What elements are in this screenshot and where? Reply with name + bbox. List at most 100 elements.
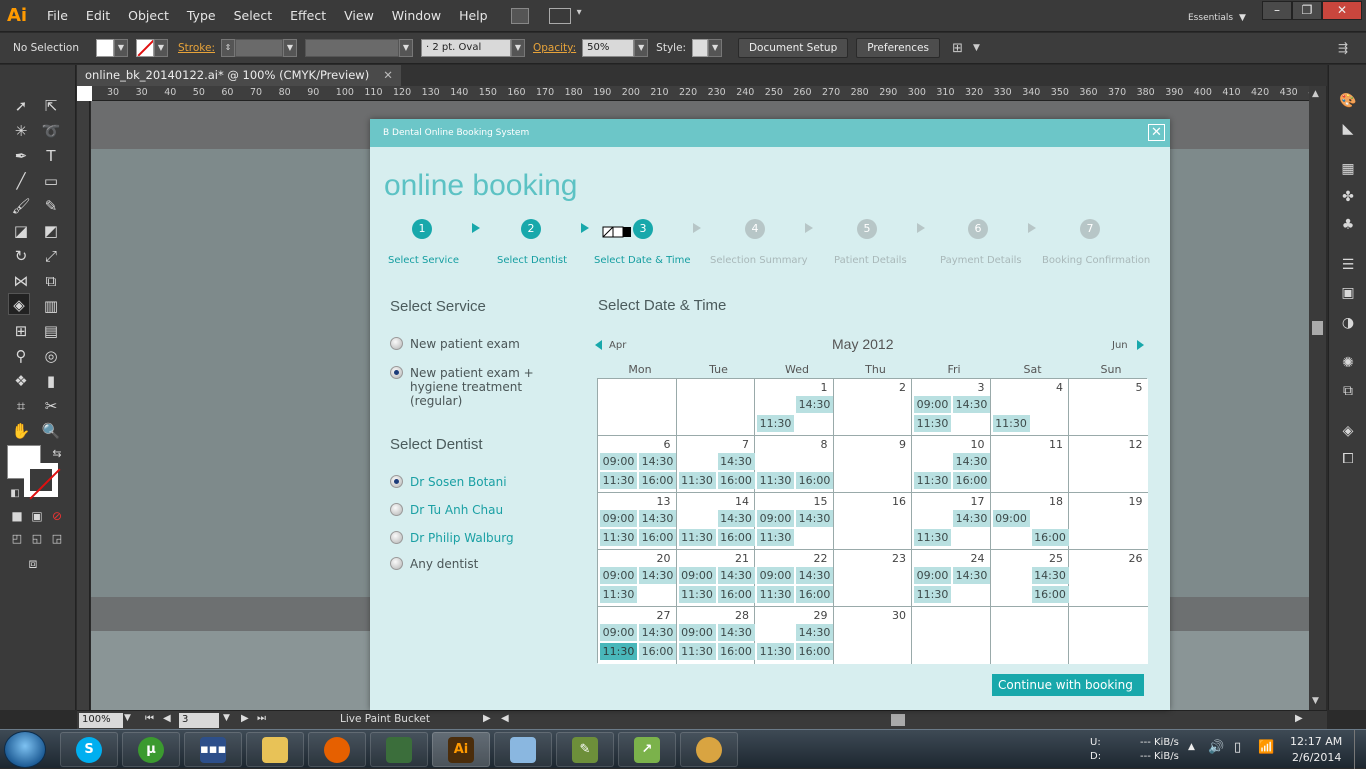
time-slot[interactable]: 11:30: [600, 529, 637, 546]
screen-mode-icon[interactable]: ⧈: [22, 553, 44, 575]
time-slot[interactable]: 09:00: [914, 567, 951, 584]
calendar-day-cell[interactable]: 24 09:00 14:30 11:30: [912, 550, 991, 607]
status-menu-icon[interactable]: ▶: [483, 713, 491, 724]
bridge-icon[interactable]: [510, 7, 529, 24]
time-slot[interactable]: 11:30: [678, 529, 716, 546]
time-slot[interactable]: 11:30: [757, 586, 794, 603]
time-slot[interactable]: 09:00: [992, 510, 1030, 527]
calendar-day-cell[interactable]: 11: [990, 436, 1069, 493]
scroll-up-icon[interactable]: ▲: [1312, 89, 1319, 99]
skype-taskbar-button[interactable]: S: [60, 732, 118, 767]
step-7-badge[interactable]: 7: [1080, 219, 1100, 239]
dentist-option-label[interactable]: Dr Sosen Botani: [410, 475, 507, 489]
first-artboard-icon[interactable]: ⏮: [145, 713, 154, 724]
calendar-day-cell[interactable]: 30: [833, 607, 912, 664]
dialog-close-icon[interactable]: ✕: [1148, 124, 1165, 141]
calendar-day-cell[interactable]: 14 14:30 11:30 16:00: [676, 493, 755, 550]
variable-width-field[interactable]: [305, 39, 399, 57]
time-slot[interactable]: 11:30: [678, 586, 716, 603]
artboard-tool-icon[interactable]: ⌗: [10, 395, 32, 417]
time-slot[interactable]: 14:30: [953, 453, 990, 470]
time-slot[interactable]: 11:30: [914, 586, 951, 603]
step-4-label[interactable]: Selection Summary: [710, 255, 808, 266]
stroke-weight-field[interactable]: [235, 39, 283, 57]
chart-app-taskbar-button[interactable]: ↗: [618, 732, 676, 767]
hand-tool-icon[interactable]: ✋: [10, 420, 32, 442]
panel-menu-icon[interactable]: ⇶: [1338, 41, 1348, 55]
time-slot[interactable]: 09:00: [600, 510, 637, 527]
time-slot[interactable]: 11:30: [678, 472, 716, 489]
calendar-day-cell[interactable]: 19: [1069, 493, 1148, 550]
time-slot[interactable]: 14:30: [796, 567, 833, 584]
dentist-option-label[interactable]: Dr Tu Anh Chau: [410, 503, 503, 517]
rectangle-tool-icon[interactable]: ▭: [40, 170, 62, 192]
time-slot[interactable]: 14:30: [639, 453, 676, 470]
time-slot[interactable]: 14:30: [639, 624, 676, 641]
time-slot[interactable]: 14:30: [953, 567, 990, 584]
network-icon[interactable]: 📶: [1258, 740, 1274, 755]
step-5-badge[interactable]: 5: [857, 219, 877, 239]
time-slot[interactable]: 11:30: [757, 643, 794, 660]
time-slot[interactable]: 16:00: [953, 472, 990, 489]
pen-app-taskbar-button[interactable]: ✎: [556, 732, 614, 767]
menu-object[interactable]: Object: [119, 0, 178, 32]
step-4-badge[interactable]: 4: [745, 219, 765, 239]
time-slot[interactable]: 14:30: [717, 510, 755, 527]
type-tool-icon[interactable]: T: [40, 145, 62, 167]
symbols-panel-icon[interactable]: ♣: [1339, 217, 1357, 233]
time-slot[interactable]: 11:30: [914, 415, 951, 432]
time-slot[interactable]: 09:00: [600, 567, 637, 584]
horizontal-ruler[interactable]: 30 30 40 50 60 70 80 90 100 110 120 130 140 150 160 170…: [77, 86, 1309, 101]
calendar-day-cell[interactable]: 5: [1069, 379, 1148, 436]
menu-effect[interactable]: Effect: [281, 0, 335, 32]
battery-icon[interactable]: ▯: [1234, 740, 1241, 755]
dentist-radio[interactable]: [390, 531, 403, 544]
none-mode-icon[interactable]: ⊘: [46, 505, 68, 527]
time-slot[interactable]: 11:30: [600, 586, 637, 603]
calendar-day-cell[interactable]: 12: [1069, 436, 1148, 493]
time-slot[interactable]: 14:30: [796, 396, 833, 413]
previous-artboard-icon[interactable]: ◀: [163, 713, 171, 724]
time-slot[interactable]: 14:30: [639, 510, 676, 527]
scroll-left-icon[interactable]: ◀: [501, 713, 509, 724]
time-slot[interactable]: 09:00: [600, 624, 637, 641]
artboard-dropdown-icon[interactable]: ▼: [223, 713, 230, 723]
color-mode-icon[interactable]: ■: [6, 505, 28, 527]
calendar-day-cell[interactable]: 8 11:30 16:00: [755, 436, 834, 493]
document-tab[interactable]: online_bk_20140122.ai* @ 100% (CMYK/Prev…: [77, 65, 401, 86]
time-slot[interactable]: 16:00: [639, 472, 676, 489]
calendar-day-cell[interactable]: 28 09:00 14:30 11:30 16:00: [676, 607, 755, 664]
illustrator-taskbar-button[interactable]: Ai: [432, 732, 490, 767]
time-slot[interactable]: 16:00: [717, 472, 755, 489]
menu-window[interactable]: Window: [383, 0, 450, 32]
gradient-panel-icon[interactable]: ▣: [1339, 285, 1357, 301]
messenger-taskbar-button[interactable]: ▪▪▪: [184, 732, 242, 767]
zoom-field[interactable]: 100%: [79, 713, 123, 728]
service-radio[interactable]: [390, 366, 403, 379]
stroke-dropdown[interactable]: ▼: [154, 39, 168, 57]
calendar-day-cell[interactable]: 15 09:00 14:30 11:30: [755, 493, 834, 550]
firefox-taskbar-button[interactable]: [308, 732, 366, 767]
clock-date[interactable]: 2/6/2014: [1292, 751, 1341, 764]
workspace-switcher[interactable]: Essentials ▼: [1182, 0, 1246, 34]
time-slot[interactable]: 14:30: [953, 510, 990, 527]
blend-tool-icon[interactable]: ◎: [40, 345, 62, 367]
time-slot[interactable]: 09:00: [757, 567, 794, 584]
volume-icon[interactable]: 🔊: [1208, 740, 1224, 755]
calendar-day-cell[interactable]: 7 14:30 11:30 16:00: [676, 436, 755, 493]
calendar-day-cell[interactable]: 25 14:30 16:00: [990, 550, 1069, 607]
step-2-label[interactable]: Select Dentist: [497, 255, 567, 266]
time-slot[interactable]: 11:30: [757, 529, 794, 546]
step-3-badge[interactable]: 3: [633, 219, 653, 239]
maximize-button[interactable]: ❐: [1292, 1, 1322, 20]
swatches-panel-icon[interactable]: ▦: [1339, 161, 1357, 177]
symbol-sprayer-tool-icon[interactable]: ❖: [10, 370, 32, 392]
paintbrush-tool-icon[interactable]: 🖌: [10, 195, 32, 217]
scroll-down-icon[interactable]: ▼: [1312, 696, 1319, 706]
calendar-day-cell[interactable]: 13 09:00 14:30 11:30 16:00: [598, 493, 677, 550]
direct-selection-tool-icon[interactable]: ⇱: [40, 95, 62, 117]
time-slot[interactable]: 09:00: [678, 624, 716, 641]
time-slot[interactable]: 09:00: [914, 396, 951, 413]
zoom-dropdown-icon[interactable]: ▼: [124, 713, 131, 723]
time-slot[interactable]: 14:30: [796, 624, 833, 641]
